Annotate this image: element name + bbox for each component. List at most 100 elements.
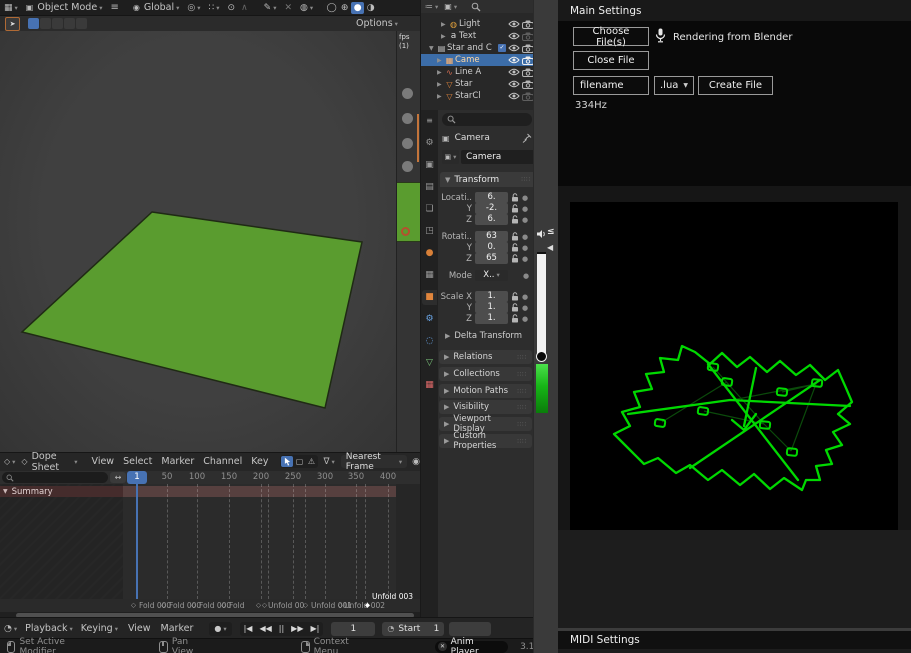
start-frame-field[interactable]: ◔ Start 1: [382, 622, 444, 636]
lock-icon[interactable]: [511, 292, 519, 301]
jump-to-end-button[interactable]: ▶|: [310, 624, 319, 633]
green-plane[interactable]: [22, 212, 362, 408]
viewport-3d[interactable]: [0, 31, 396, 452]
marker-diamond-icon[interactable]: ◇: [338, 601, 343, 609]
menu-channel[interactable]: Channel: [203, 456, 242, 467]
eye-icon[interactable]: [508, 44, 520, 52]
properties-search-input[interactable]: [442, 113, 532, 126]
select-mode-box-button[interactable]: [28, 18, 39, 29]
create-file-button[interactable]: Create File: [698, 76, 773, 95]
marker-label[interactable]: Fold 000: [139, 601, 171, 610]
outliner-row-text[interactable]: ▶ a Text: [421, 30, 536, 42]
channel-names-area[interactable]: [0, 484, 123, 599]
record-button[interactable]: ●▾: [209, 622, 231, 636]
tab-editor-selector[interactable]: ≡: [422, 113, 437, 128]
lock-icon[interactable]: [511, 254, 519, 263]
disclosure-icon[interactable]: ▶: [437, 69, 444, 76]
outliner-row-starcl[interactable]: ▶ ▽ StarCl: [421, 90, 536, 102]
jump-to-start-button[interactable]: |◀: [244, 624, 253, 633]
volume-slider-knob[interactable]: [536, 351, 547, 362]
editor-type-selector[interactable]: ▦▾: [4, 3, 18, 13]
proportional-icon[interactable]: ◉: [412, 457, 420, 467]
value-field[interactable]: 65: [475, 253, 508, 264]
animate-dot-icon[interactable]: ●: [522, 315, 528, 323]
value-field[interactable]: 0.: [475, 242, 508, 253]
menu-view[interactable]: View: [92, 456, 115, 467]
expand-channels-button[interactable]: ↔: [110, 472, 126, 483]
tab-material[interactable]: ▦: [422, 378, 437, 393]
filter-funnel-dropdown[interactable]: ∇▾: [323, 457, 334, 467]
marker-label[interactable]: Fold 000: [199, 601, 231, 610]
channel-search-input[interactable]: [2, 472, 108, 483]
playhead-line[interactable]: [136, 484, 138, 611]
outliner-row-star[interactable]: ▶ ▽ Star: [421, 78, 536, 90]
disclosure-icon[interactable]: ▶: [437, 57, 444, 64]
mode-dropdown[interactable]: ▣Object Mode▾: [26, 2, 103, 13]
marker-diamond-icon[interactable]: ◇: [262, 601, 267, 609]
menu-marker[interactable]: Marker: [161, 456, 194, 467]
marker-diamond-selected-icon[interactable]: ◆: [365, 601, 370, 609]
value-field[interactable]: 1.: [475, 291, 508, 302]
snap-dropdown[interactable]: ∷▾: [209, 3, 220, 13]
options-dropdown[interactable]: Options▾: [356, 18, 398, 29]
animate-dot-icon[interactable]: ●: [522, 244, 528, 252]
value-field[interactable]: -2.: [475, 203, 508, 214]
transform-section-header[interactable]: ▼ Transform ∷∷: [440, 172, 536, 187]
tab-collection[interactable]: ▦: [422, 268, 437, 283]
marker-label[interactable]: Fold: [229, 601, 244, 610]
volume-slider-track[interactable]: [537, 252, 546, 355]
outliner-row-camera-selected[interactable]: ▶ ▦ Came: [421, 54, 536, 66]
choose-files-button[interactable]: Choose File(s): [573, 27, 649, 46]
hamburger-icon[interactable]: ≡: [110, 2, 118, 13]
menu-key[interactable]: Key: [251, 456, 268, 467]
warning-icon[interactable]: ⚠: [305, 457, 317, 466]
display-mode-dropdown[interactable]: ▣▾: [444, 2, 457, 11]
hand-icon[interactable]: [402, 113, 413, 124]
frame-ruler[interactable]: 1 50 100 150 200 250 300 350 400: [127, 471, 396, 484]
value-field[interactable]: 1.: [475, 302, 508, 313]
prev-keyframe-button[interactable]: ◀◀: [259, 624, 271, 633]
disclosure-icon[interactable]: ▶: [437, 81, 444, 88]
eye-icon[interactable]: [508, 80, 520, 88]
overlays-dropdown[interactable]: ◍▾: [300, 3, 313, 13]
marker-diamond-icon[interactable]: ◇: [131, 601, 136, 609]
animate-dot-icon[interactable]: ●: [522, 205, 528, 213]
disclosure-icon[interactable]: ▼: [429, 45, 436, 52]
only-selected-toggle[interactable]: [281, 456, 293, 467]
lock-icon[interactable]: [511, 243, 519, 252]
menu-select[interactable]: Select: [123, 456, 152, 467]
pause-button[interactable]: ||: [279, 624, 284, 633]
lock-icon[interactable]: [511, 232, 519, 241]
editor-type-selector[interactable]: ◇▾: [4, 457, 15, 466]
tab-object[interactable]: ■: [422, 290, 437, 305]
id-type-dropdown[interactable]: ▣▾: [442, 150, 459, 164]
anim-player-badge[interactable]: ✕ Anim Player: [435, 641, 508, 653]
animate-dot-icon[interactable]: ●: [522, 194, 528, 202]
mode-dropdown[interactable]: ◇Dope Sheet▾: [21, 451, 77, 473]
tab-tool[interactable]: ⚙: [422, 136, 437, 151]
tab-physics[interactable]: ◌: [422, 334, 437, 349]
animate-dot-icon[interactable]: ●: [522, 293, 528, 301]
current-frame-badge[interactable]: 1: [127, 471, 147, 484]
value-field[interactable]: 63: [475, 231, 508, 242]
letter-icon[interactable]: [402, 161, 413, 172]
shading-material-button[interactable]: ●: [351, 2, 364, 14]
tab-modifiers[interactable]: ⚙: [422, 312, 437, 327]
disclosure-icon[interactable]: ▶: [441, 33, 448, 40]
proportional-edit-icon[interactable]: ⊙: [228, 3, 236, 13]
section-motion-paths[interactable]: ▶Motion Paths∷∷: [439, 384, 532, 398]
marker-label-selected[interactable]: Unfold 003: [372, 592, 413, 601]
close-file-button[interactable]: Close File: [573, 51, 649, 70]
menu-marker[interactable]: Marker: [161, 623, 194, 634]
eye-icon[interactable]: [508, 20, 520, 28]
outliner-row-collection[interactable]: ▼ ▤ Star and C ✓: [421, 42, 536, 54]
outliner-row-light[interactable]: ▶ ◍ Light: [421, 18, 536, 30]
tool-icon[interactable]: [402, 88, 413, 99]
filter-dropdown[interactable]: ≔▾: [425, 2, 438, 11]
shading-solid-button[interactable]: ⊕: [338, 2, 351, 14]
marker-label[interactable]: Unfold 00: [268, 601, 304, 610]
animate-dot-icon[interactable]: ●: [522, 304, 528, 312]
tab-world[interactable]: ●: [422, 246, 437, 261]
eye-icon[interactable]: [508, 32, 520, 40]
select-mode-circle-button[interactable]: [40, 18, 51, 29]
